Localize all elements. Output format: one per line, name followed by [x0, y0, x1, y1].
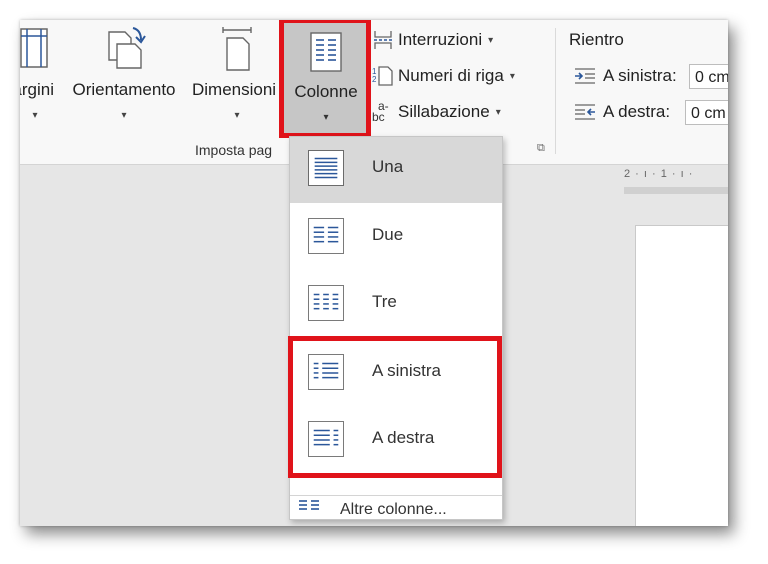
breaks-icon: [374, 31, 392, 49]
document-page[interactable]: [635, 225, 728, 526]
indent-left-label: A sinistra:: [603, 66, 677, 85]
indent-right-icon: [575, 104, 595, 120]
svg-text:2: 2: [372, 75, 377, 84]
indent-left-row: A sinistra:: [573, 66, 677, 86]
dimensioni-button[interactable]: Dimensioni ▾: [190, 20, 284, 146]
orientation-icon: [108, 27, 146, 69]
sillabazione-caret-icon: ▾: [495, 106, 501, 118]
margini-button[interactable]: argini ▾: [20, 20, 58, 146]
margini-caret-icon: ▾: [32, 110, 38, 121]
three-columns-icon: [308, 285, 344, 321]
dimensioni-label: Dimensioni: [192, 80, 277, 99]
indent-right-label: A destra:: [603, 102, 671, 121]
menu-separator: [290, 495, 502, 496]
indent-right-input[interactable]: 0 cm: [685, 100, 728, 125]
sillabazione-label: Sillabazione: [398, 102, 490, 121]
one-column-icon: [308, 150, 344, 186]
word-window: argini ▾ Orientamento ▾ Dimensioni ▾: [20, 20, 728, 526]
orientamento-button[interactable]: Orientamento ▾: [62, 20, 186, 146]
interruzioni-button[interactable]: Interruzioni ▾: [372, 28, 493, 52]
indent-left-input[interactable]: 0 cm: [689, 64, 728, 89]
ruler-strip: [624, 187, 728, 194]
menu-item-tre-label: Tre: [372, 292, 397, 311]
line-numbers-icon: 1 2: [372, 66, 393, 86]
hyphenation-icon: a- bc: [372, 100, 394, 124]
interruzioni-caret-icon: ▾: [488, 34, 494, 46]
menu-item-due[interactable]: Due: [290, 205, 502, 271]
menu-item-una-label: Una: [372, 157, 404, 176]
indent-left-icon: [575, 68, 595, 84]
more-columns-icon: [299, 500, 319, 510]
indent-right-row: A destra:: [573, 102, 670, 122]
menu-item-tre[interactable]: Tre: [290, 272, 502, 338]
colonne-highlight: [279, 20, 371, 138]
menu-item-due-label: Due: [372, 225, 404, 244]
rientro-title: Rientro: [569, 30, 624, 49]
size-icon: [222, 27, 252, 71]
menu-item-una[interactable]: Una: [290, 137, 502, 203]
two-columns-icon: [308, 218, 344, 254]
page-setup-launcher-icon[interactable]: ⧉: [537, 142, 545, 155]
orientamento-label: Orientamento: [72, 80, 176, 99]
hyphenation-icon-bottom: bc: [372, 110, 385, 124]
page-setup-group-label: Imposta pag: [195, 142, 273, 158]
numeri-di-riga-button[interactable]: 1 2 Numeri di riga ▾: [372, 64, 515, 88]
margins-icon: [20, 28, 48, 68]
sillabazione-button[interactable]: a- bc Sillabazione ▾: [372, 100, 501, 124]
menu-item-altre-colonne[interactable]: Altre colonne...: [290, 499, 502, 521]
numeri-di-riga-label: Numeri di riga: [398, 66, 504, 85]
group-separator: [555, 28, 556, 154]
orientamento-caret-icon: ▾: [121, 110, 127, 121]
side-columns-highlight: [288, 336, 502, 478]
dimensioni-caret-icon: ▾: [234, 110, 240, 121]
interruzioni-label: Interruzioni: [398, 30, 483, 49]
menu-item-altre-colonne-label: Altre colonne...: [340, 501, 447, 518]
numeri-di-riga-caret-icon: ▾: [509, 70, 515, 82]
margini-label: argini: [20, 80, 54, 99]
